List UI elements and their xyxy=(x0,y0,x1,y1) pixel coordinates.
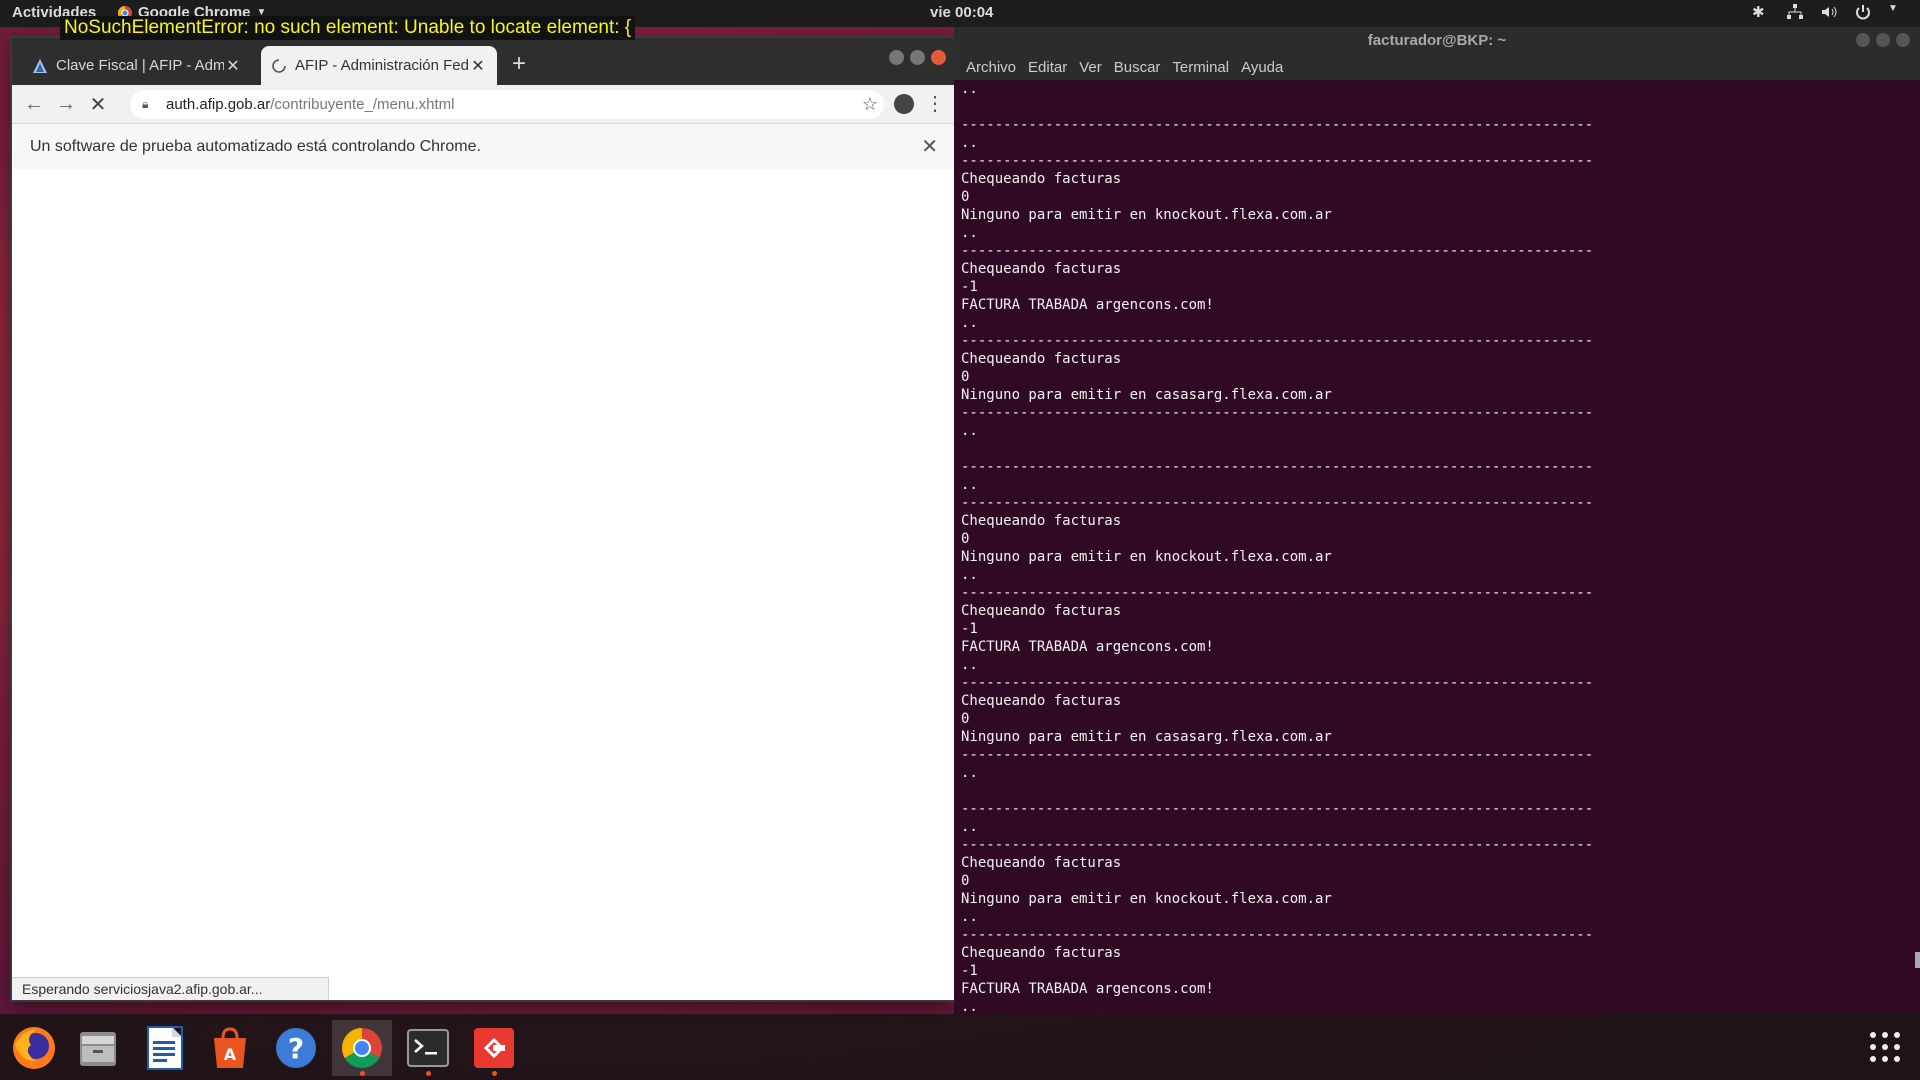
svg-text:?: ? xyxy=(288,1032,304,1065)
tab-afip-administracion[interactable]: AFIP - Administración Federal ✕ xyxy=(261,46,497,85)
tab-strip: Clave Fiscal | AFIP - Administración ✕ A… xyxy=(12,38,954,85)
bookmark-star-icon[interactable]: ☆ xyxy=(856,94,884,115)
running-indicator xyxy=(491,1071,497,1076)
maximize-button[interactable] xyxy=(910,50,925,65)
address-bar[interactable]: 🔒︎ auth.afip.gob.ar/contribuyente_/menu.… xyxy=(130,90,884,119)
url-path: /contribuyente_/menu.xhtml xyxy=(270,96,455,113)
url-text[interactable]: auth.afip.gob.ar/contribuyente_/menu.xht… xyxy=(166,96,856,113)
forward-arrow-icon[interactable]: → xyxy=(50,88,82,120)
menu-ayuda[interactable]: Ayuda xyxy=(1241,59,1283,76)
dock-software[interactable]: A xyxy=(200,1020,260,1076)
status-bubble: Esperando serviciosjava2.afip.gob.ar... xyxy=(12,977,329,1000)
tab-title: Clave Fiscal | AFIP - Administración xyxy=(56,57,224,74)
git-icon xyxy=(474,1028,514,1068)
dock-writer[interactable] xyxy=(134,1020,194,1076)
help-icon: ? xyxy=(276,1028,316,1068)
chrome-window: Clave Fiscal | AFIP - Administración ✕ A… xyxy=(12,38,954,1000)
infobar-message: Un software de prueba automatizado está … xyxy=(30,137,481,155)
dock-git[interactable] xyxy=(464,1020,524,1076)
tab-clave-fiscal[interactable]: Clave Fiscal | AFIP - Administración ✕ xyxy=(22,46,252,85)
power-icon[interactable] xyxy=(1854,3,1872,21)
browser-toolbar: ← → ✕ 🔒︎ auth.afip.gob.ar/contribuyente_… xyxy=(12,85,954,124)
close-window-button[interactable] xyxy=(931,50,946,65)
more-menu-icon[interactable]: ⋮ xyxy=(925,91,945,116)
files-icon xyxy=(80,1032,116,1066)
bluetooth-icon[interactable]: ✱ xyxy=(1752,3,1770,21)
close-icon[interactable]: ✕ xyxy=(469,56,487,76)
automation-infobar: Un software de prueba automatizado está … xyxy=(12,124,954,170)
tab-title: AFIP - Administración Federal xyxy=(295,57,469,74)
menu-archivo[interactable]: Archivo xyxy=(966,59,1016,76)
running-indicator xyxy=(359,1071,365,1076)
page-content: Esperando serviciosjava2.afip.gob.ar... xyxy=(12,169,954,1000)
system-tray[interactable]: ✱ ▼ xyxy=(1752,3,1906,21)
dock-firefox[interactable] xyxy=(4,1020,64,1076)
firefox-icon xyxy=(13,1027,55,1069)
chrome-icon xyxy=(342,1028,382,1068)
window-controls xyxy=(889,50,946,65)
terminal-title: facturador@BKP: ~ xyxy=(1367,32,1507,49)
terminal-titlebar: facturador@BKP: ~ xyxy=(954,27,1920,54)
minimize-button[interactable] xyxy=(1856,33,1870,47)
menu-ver[interactable]: Ver xyxy=(1079,59,1102,76)
maximize-button[interactable] xyxy=(1876,33,1890,47)
menu-terminal[interactable]: Terminal xyxy=(1172,59,1229,76)
afip-icon xyxy=(33,58,47,73)
writer-icon xyxy=(147,1026,183,1070)
lock-icon[interactable]: 🔒︎ xyxy=(142,97,158,112)
dock-terminal[interactable] xyxy=(398,1020,458,1076)
svg-text:A: A xyxy=(224,1045,237,1064)
terminal-icon xyxy=(407,1029,449,1067)
stop-loading-icon[interactable]: ✕ xyxy=(82,88,114,120)
dock-chrome[interactable] xyxy=(332,1020,392,1076)
menu-buscar[interactable]: Buscar xyxy=(1114,59,1161,76)
clock[interactable]: vie 00:04 xyxy=(930,4,993,21)
terminal-scrollbar[interactable] xyxy=(1915,952,1920,968)
running-indicator xyxy=(425,1071,431,1076)
error-overlay: NoSuchElementError: no such element: Una… xyxy=(60,16,636,40)
software-center-icon: A xyxy=(214,1027,246,1068)
close-icon[interactable]: ✕ xyxy=(921,134,938,159)
loading-spinner-icon xyxy=(272,58,286,73)
dock: A ? xyxy=(0,1014,1920,1080)
close-window-button[interactable] xyxy=(1896,33,1910,47)
terminal-text: .. -------------------------------------… xyxy=(961,81,1594,1014)
volume-icon[interactable] xyxy=(1820,3,1838,21)
minimize-button[interactable] xyxy=(889,50,904,65)
terminal-menubar: Archivo Editar Ver Buscar Terminal Ayuda xyxy=(954,54,1920,80)
dock-files[interactable] xyxy=(68,1020,128,1076)
show-applications-icon[interactable] xyxy=(1870,1032,1900,1062)
close-icon[interactable]: ✕ xyxy=(224,56,242,76)
terminal-output[interactable]: .. -------------------------------------… xyxy=(954,80,1920,1014)
url-host: auth.afip.gob.ar xyxy=(166,96,271,113)
menu-editar[interactable]: Editar xyxy=(1028,59,1067,76)
dock-help[interactable]: ? xyxy=(266,1020,326,1076)
profile-avatar-icon[interactable] xyxy=(894,94,914,114)
chevron-down-icon[interactable]: ▼ xyxy=(1888,3,1906,21)
back-arrow-icon[interactable]: ← xyxy=(18,88,50,120)
new-tab-button[interactable]: + xyxy=(512,52,526,76)
network-icon[interactable] xyxy=(1786,3,1804,21)
terminal-window-controls xyxy=(1856,33,1910,47)
